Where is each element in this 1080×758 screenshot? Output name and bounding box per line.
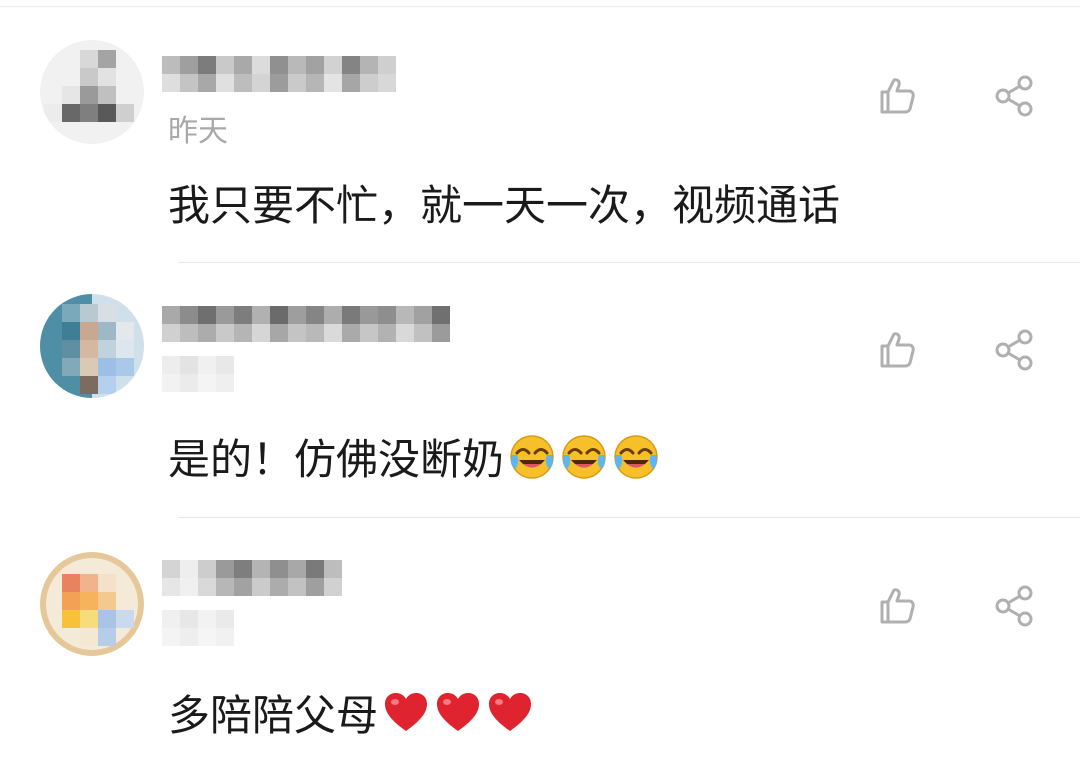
thumbs-up-icon[interactable] bbox=[874, 584, 918, 628]
comment-text-content: 是的！仿佛没断奶 bbox=[168, 435, 505, 484]
laugh-cry-emoji-icon bbox=[510, 434, 554, 479]
top-divider bbox=[0, 6, 1080, 7]
avatar[interactable] bbox=[40, 40, 144, 144]
red-heart-emoji-icon bbox=[489, 692, 532, 731]
username-blurred[interactable] bbox=[162, 306, 452, 342]
comment-text-content: 多陪陪父母 bbox=[168, 691, 379, 740]
red-heart-emoji-icon bbox=[385, 692, 428, 731]
comment-text: 我只要不忙，就一天一次，视频通话 bbox=[168, 172, 840, 233]
comment-text: 是的！仿佛没断奶 bbox=[168, 426, 660, 487]
thumbs-up-icon[interactable] bbox=[874, 328, 918, 372]
share-icon[interactable] bbox=[993, 584, 1037, 628]
laugh-cry-emoji-icon bbox=[614, 434, 658, 479]
avatar[interactable] bbox=[40, 552, 144, 656]
avatar[interactable] bbox=[40, 294, 144, 398]
username-blurred[interactable] bbox=[162, 560, 452, 596]
share-icon[interactable] bbox=[993, 74, 1037, 118]
comment-divider bbox=[178, 262, 1080, 263]
comment-meta-blurred bbox=[162, 356, 242, 392]
red-heart-emoji-icon bbox=[437, 692, 480, 731]
comment-divider bbox=[178, 517, 1080, 518]
comment-text-content: 我只要不忙，就一天一次，视频通话 bbox=[168, 181, 841, 230]
comment-text: 多陪陪父母 bbox=[168, 682, 534, 743]
comment-meta-blurred bbox=[162, 610, 242, 646]
laugh-cry-emoji-icon bbox=[562, 434, 606, 479]
username-blurred[interactable] bbox=[162, 56, 452, 92]
share-icon[interactable] bbox=[993, 328, 1037, 372]
comment-time: 昨天 bbox=[168, 114, 228, 149]
thumbs-up-icon[interactable] bbox=[874, 74, 918, 118]
